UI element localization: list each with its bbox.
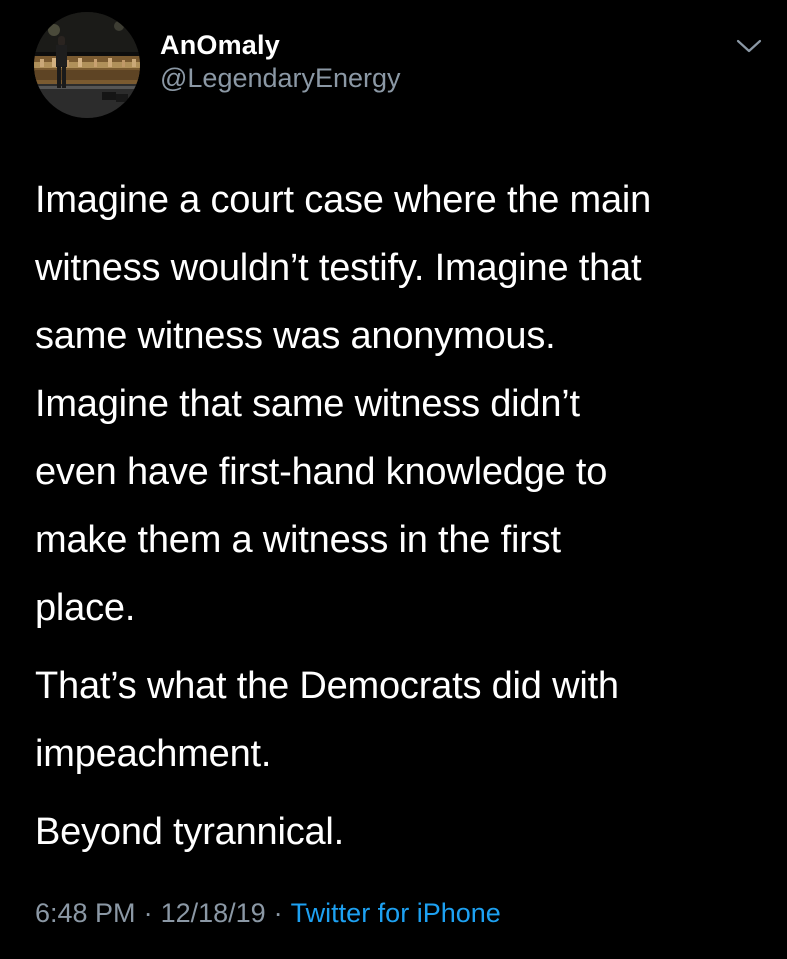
- user-handle[interactable]: @LegendaryEnergy: [160, 61, 401, 95]
- chevron-down-icon[interactable]: [734, 36, 764, 56]
- avatar[interactable]: [34, 12, 140, 118]
- tweet-text: Imagine a court case where the main witn…: [35, 166, 765, 866]
- tweet-metadata: 6:48 PM · 12/18/19 · Twitter for iPhone: [35, 895, 501, 931]
- display-name[interactable]: AnOmaly: [160, 29, 401, 61]
- meta-separator: ·: [273, 898, 283, 928]
- tweet-header: AnOmaly @LegendaryEnergy: [34, 12, 764, 122]
- tweet-paragraph: That’s what the Democrats did with impea…: [35, 665, 619, 775]
- user-names: AnOmaly @LegendaryEnergy: [160, 29, 401, 95]
- tweet-date: 12/18/19: [160, 898, 266, 928]
- tweet-paragraph: Beyond tyrannical.: [35, 811, 345, 853]
- tweet-source-link[interactable]: Twitter for iPhone: [291, 898, 501, 928]
- avatar-photo: [34, 12, 140, 118]
- tweet-paragraph: Imagine a court case where the main witn…: [35, 179, 652, 629]
- tweet-card: AnOmaly @LegendaryEnergy Imagine a court…: [0, 0, 787, 959]
- tweet-time: 6:48 PM: [35, 898, 136, 928]
- meta-separator: ·: [143, 898, 153, 928]
